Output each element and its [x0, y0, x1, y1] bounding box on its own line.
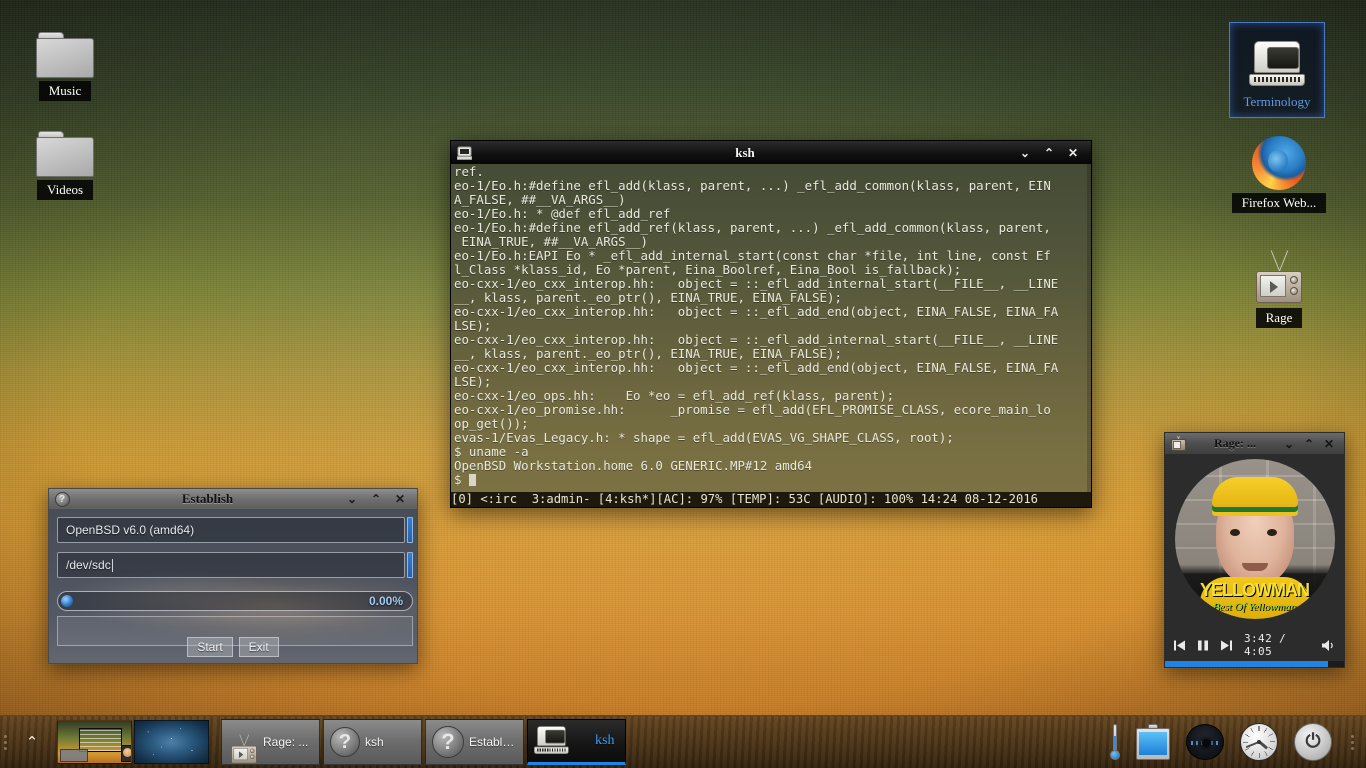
- close-button[interactable]: ✕: [1061, 141, 1085, 165]
- pager-desktop-2[interactable]: [134, 720, 209, 764]
- temperature-icon[interactable]: [1110, 724, 1120, 760]
- shelf-gripper-left[interactable]: [0, 716, 10, 768]
- tv-icon: [1165, 436, 1191, 451]
- desktop-pager[interactable]: [54, 717, 212, 767]
- desktop-icon-label: Music: [38, 81, 92, 101]
- close-button[interactable]: ✕: [1319, 432, 1339, 456]
- pause-icon[interactable]: [1197, 639, 1209, 652]
- next-track-icon[interactable]: [1220, 639, 1233, 652]
- minimize-button[interactable]: ⌄: [1279, 432, 1299, 456]
- album-artist-text: YELLOWMAN: [1200, 580, 1310, 600]
- pager-desktop-1[interactable]: [57, 720, 132, 764]
- rage-controls: 3:42 / 4:05: [1165, 632, 1344, 658]
- question-mark-icon: ?: [49, 491, 75, 507]
- image-select-field[interactable]: OpenBSD v6.0 (amd64): [57, 517, 405, 543]
- prev-track-icon[interactable]: [1173, 639, 1186, 652]
- task-button-rage[interactable]: Rage: ...: [221, 719, 320, 765]
- task-label: ksh: [595, 733, 615, 748]
- terminal-cursor: [468, 474, 476, 486]
- desktop-icon-label: Terminology: [1243, 94, 1311, 109]
- establish-title: Establish: [181, 491, 234, 506]
- album-art: YELLOWMAN Best Of Yellowman: [1174, 459, 1335, 619]
- terminal-titlebar[interactable]: ksh ⌄ ⌃ ✕: [450, 140, 1092, 164]
- album-subtitle-text: Best Of Yellowman: [1212, 601, 1297, 613]
- device-select-scrollbar[interactable]: [407, 552, 413, 578]
- system-tray: ⏻: [1110, 722, 1366, 762]
- desktop-icon-videos[interactable]: Videos: [16, 115, 114, 200]
- volume-icon[interactable]: [1321, 639, 1336, 652]
- rage-time-display: 3:42 / 4:05: [1244, 632, 1287, 658]
- minimize-button[interactable]: ⌄: [1013, 141, 1037, 165]
- start-menu-button[interactable]: ⌃: [10, 716, 54, 768]
- question-mark-icon: ?: [330, 727, 360, 757]
- terminal-status-line: [0] <:irc 3:admin- [4:ksh*][AC]: 97% [TE…: [451, 492, 1091, 507]
- terminal-icon: [451, 146, 477, 160]
- desktop-icon-label: Firefox Web...: [1231, 193, 1327, 213]
- image-select-value: OpenBSD v6.0 (amd64): [66, 523, 195, 537]
- text-caret: [111, 558, 113, 572]
- task-button-ksh-active[interactable]: ksh: [527, 719, 626, 765]
- question-mark-icon: ?: [432, 726, 464, 758]
- folder-icon: [16, 115, 114, 177]
- terminal-window[interactable]: ksh ⌄ ⌃ ✕ ref. eo-1/Eo.h:#define efl_add…: [450, 140, 1092, 508]
- shade-button[interactable]: ⌃: [364, 487, 388, 511]
- crt-terminal-icon: [1230, 27, 1324, 89]
- rage-title: Rage: ...: [1214, 436, 1256, 450]
- rage-seek-bar[interactable]: [1165, 661, 1344, 667]
- task-button-ksh-question[interactable]: ? ksh: [323, 719, 422, 765]
- establish-button-row: Start Exit: [49, 637, 417, 657]
- terminal-body[interactable]: ref. eo-1/Eo.h:#define efl_add(klass, pa…: [450, 164, 1092, 508]
- terminal-output: ref. eo-1/Eo.h:#define efl_add(klass, pa…: [454, 164, 1059, 487]
- shelf-gripper-right[interactable]: [1348, 722, 1356, 762]
- desktop-icon-terminology[interactable]: Terminology: [1229, 22, 1325, 118]
- minimize-button[interactable]: ⌄: [340, 487, 364, 511]
- rage-player-window[interactable]: Rage: ... ⌄ ⌃ ✕ YELLOWMAN Best Of Yellow…: [1164, 432, 1345, 668]
- establish-window[interactable]: ? Establish ⌄ ⌃ ✕ OpenBSD v6.0 (amd64) /…: [48, 488, 418, 664]
- taskbar-shelf: ⌃ Rage: ... ? ksh ? Establish ksh ⏻: [0, 715, 1366, 768]
- establish-body: OpenBSD v6.0 (amd64) /dev/sdc 0.00% Star…: [48, 509, 418, 664]
- desktop-icon-music[interactable]: Music: [16, 16, 114, 101]
- battery-icon[interactable]: [1136, 724, 1170, 760]
- progress-percent-label: 0.00%: [368, 594, 403, 608]
- close-button[interactable]: ✕: [388, 487, 412, 511]
- rage-titlebar[interactable]: Rage: ... ⌄ ⌃ ✕: [1164, 432, 1345, 454]
- desktop-icon-label: Rage: [1255, 308, 1303, 328]
- image-select-scrollbar[interactable]: [407, 517, 413, 543]
- start-button[interactable]: Start: [187, 637, 233, 657]
- rage-body[interactable]: YELLOWMAN Best Of Yellowman 3:42 / 4:05: [1164, 454, 1345, 668]
- task-button-establish[interactable]: ? Establish: [425, 719, 524, 765]
- tv-icon: [1230, 243, 1328, 305]
- power-button-icon[interactable]: ⏻: [1294, 723, 1332, 761]
- connection-icon[interactable]: [1186, 724, 1224, 760]
- device-select-value: /dev/sdc: [66, 558, 111, 572]
- shade-button[interactable]: ⌃: [1299, 432, 1319, 456]
- rage-seek-fill: [1165, 661, 1328, 667]
- task-label: ksh: [365, 735, 384, 749]
- crt-terminal-icon: [534, 720, 590, 762]
- device-select-field[interactable]: /dev/sdc: [57, 552, 405, 578]
- task-list: Rage: ... ? ksh ? Establish ksh: [221, 719, 626, 765]
- desktop-icon-rage[interactable]: Rage: [1230, 243, 1328, 328]
- exit-button[interactable]: Exit: [238, 637, 279, 657]
- progress-indicator: [61, 595, 73, 607]
- folder-icon: [16, 16, 114, 78]
- desktop-icon-label: Videos: [36, 180, 94, 200]
- firefox-icon: [1230, 128, 1328, 190]
- terminal-scrollbar[interactable]: [1087, 164, 1091, 507]
- desktop-icon-firefox[interactable]: Firefox Web...: [1230, 128, 1328, 213]
- terminal-title: ksh: [735, 144, 755, 160]
- task-label: Rage: ...: [263, 735, 309, 749]
- shade-button[interactable]: ⌃: [1037, 141, 1061, 165]
- progress-bar: 0.00%: [57, 591, 413, 611]
- establish-titlebar[interactable]: ? Establish ⌄ ⌃ ✕: [48, 488, 418, 509]
- clock-icon[interactable]: [1240, 723, 1278, 761]
- task-label: Establish: [469, 735, 517, 749]
- tv-icon: [228, 727, 258, 764]
